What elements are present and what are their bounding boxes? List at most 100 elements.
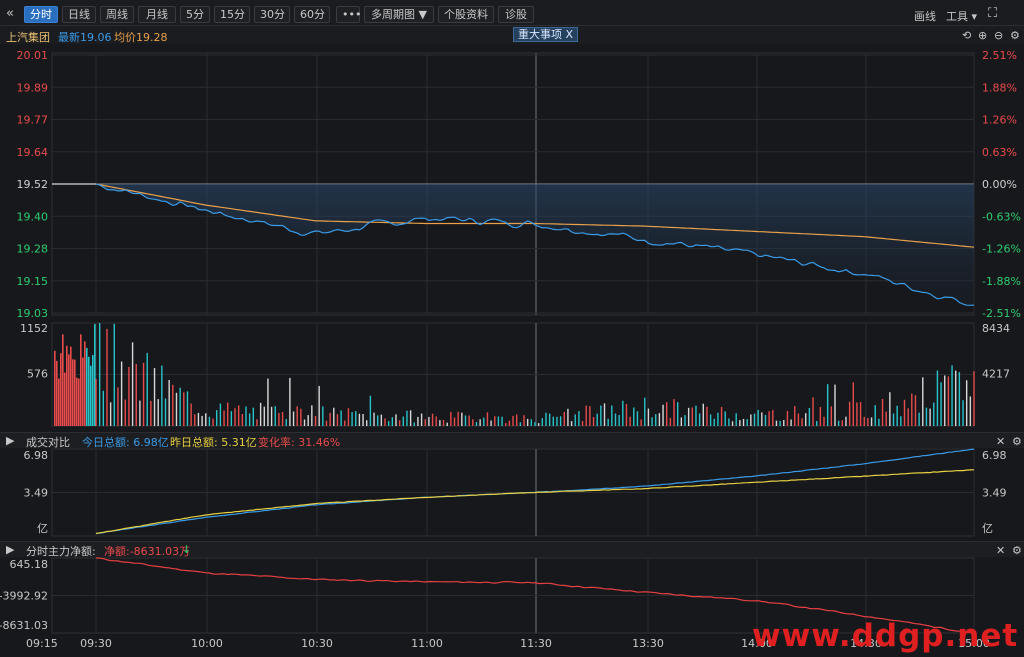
volume-bar — [391, 417, 394, 426]
volume-bar — [805, 413, 807, 426]
volume-bar — [501, 416, 503, 426]
volume-bar — [570, 421, 573, 426]
volume-bar — [453, 417, 456, 426]
volume-bar — [834, 384, 836, 426]
volume-bar — [475, 421, 478, 426]
volume-bar — [179, 387, 181, 426]
volume-bar — [62, 334, 64, 426]
volume-bar — [764, 414, 767, 426]
volume-bar — [746, 419, 748, 426]
volume-bar — [889, 392, 891, 426]
volume-bar — [753, 413, 756, 426]
volume-bar — [376, 415, 379, 426]
volume-bar — [256, 419, 258, 426]
volume-bar — [944, 375, 946, 426]
volume-bar — [237, 405, 240, 426]
volume-bar — [168, 379, 170, 426]
volume-bar — [66, 345, 68, 426]
volume-bar — [325, 420, 328, 426]
volume-bar — [925, 407, 928, 426]
volume-bar — [779, 420, 781, 426]
volume-bar — [559, 416, 562, 426]
volume-bar — [706, 406, 708, 426]
price-tick-label: 19.64 — [17, 146, 49, 159]
volume-bar — [384, 418, 386, 426]
volume-bar — [603, 403, 606, 426]
volume-bar — [428, 416, 430, 426]
volume-bar — [837, 420, 840, 426]
volume-bar — [190, 403, 192, 426]
pct-tick-label: 1.26% — [982, 114, 1017, 127]
volume-bar — [497, 416, 500, 426]
flow-tick-label: -8631.03 — [0, 619, 48, 632]
volume-bar — [874, 405, 876, 426]
volume-bar — [420, 413, 423, 426]
volume-bar — [86, 347, 88, 426]
volume-bar — [406, 410, 408, 426]
volume-bar — [468, 415, 470, 426]
volume-bar — [98, 323, 101, 426]
volume-bar — [530, 419, 533, 426]
volume-bar — [761, 412, 763, 426]
volume-bar — [109, 402, 112, 426]
volume-bar — [644, 397, 646, 426]
time-tick-label: 09:30 — [80, 637, 112, 650]
volume-bar — [135, 364, 137, 426]
volume-bar — [830, 406, 833, 426]
volume-bar — [380, 414, 383, 426]
time-tick-label: 11:00 — [411, 637, 443, 650]
volume-bar — [84, 341, 86, 426]
volume-bar — [74, 359, 76, 426]
volume-bar — [409, 410, 412, 426]
volume-bar — [775, 420, 778, 426]
volume-bar — [70, 346, 72, 426]
volume-bar — [965, 380, 968, 426]
volume-bar — [431, 413, 434, 426]
volume-bar — [150, 400, 152, 426]
volume-bar — [212, 418, 214, 426]
volume-bar — [227, 402, 229, 426]
volume-bar — [783, 419, 785, 426]
volume-bar — [914, 395, 917, 426]
volume-bar — [336, 414, 339, 426]
volume-bar — [666, 402, 668, 426]
compare-tick-label: 3.49 — [982, 487, 1007, 500]
volume-bar — [355, 411, 357, 426]
timeshare-chart[interactable]: 20.01 2.51% 19.89 1.88% 19.77 1.26% 19.64 0.63%… — [0, 0, 1024, 657]
volume-bar — [102, 390, 105, 426]
volume-bar — [973, 371, 975, 426]
volume-bar — [537, 423, 540, 426]
volume-bar — [581, 421, 584, 426]
volume-bar — [856, 402, 858, 426]
volume-bar — [636, 411, 639, 426]
volume-bar — [95, 379, 97, 426]
volume-bar — [958, 372, 961, 426]
volume-bar — [578, 411, 580, 426]
volume-bar — [90, 365, 92, 426]
volume-bar — [252, 407, 255, 426]
volume-bar — [80, 334, 82, 426]
volume-bar — [461, 412, 463, 426]
volume-bar — [786, 410, 789, 426]
volume-bar — [651, 417, 653, 426]
volume-bar — [808, 407, 811, 426]
volume-bar — [347, 408, 350, 426]
pct-tick-label: 0.00% — [982, 178, 1017, 191]
volume-bar — [673, 399, 675, 426]
volume-bar — [457, 411, 459, 426]
pct-tick-label: 0.63% — [982, 146, 1017, 159]
volume-bar — [333, 407, 335, 426]
volume-bar — [278, 412, 280, 426]
volume-bar — [826, 384, 829, 426]
pct-tick-label: 1.88% — [982, 81, 1017, 94]
volume-bar — [464, 415, 467, 426]
volume-bar — [848, 401, 851, 426]
volume-bar — [186, 391, 189, 426]
price-tick-label: 19.28 — [17, 243, 49, 256]
compare-tick-label: 6.98 — [982, 449, 1007, 462]
pct-tick-label: -1.26% — [982, 243, 1021, 256]
volume-bar — [472, 419, 474, 426]
volume-bar — [885, 411, 887, 426]
volume-bar — [395, 414, 397, 426]
time-tick-label: 10:30 — [301, 637, 333, 650]
